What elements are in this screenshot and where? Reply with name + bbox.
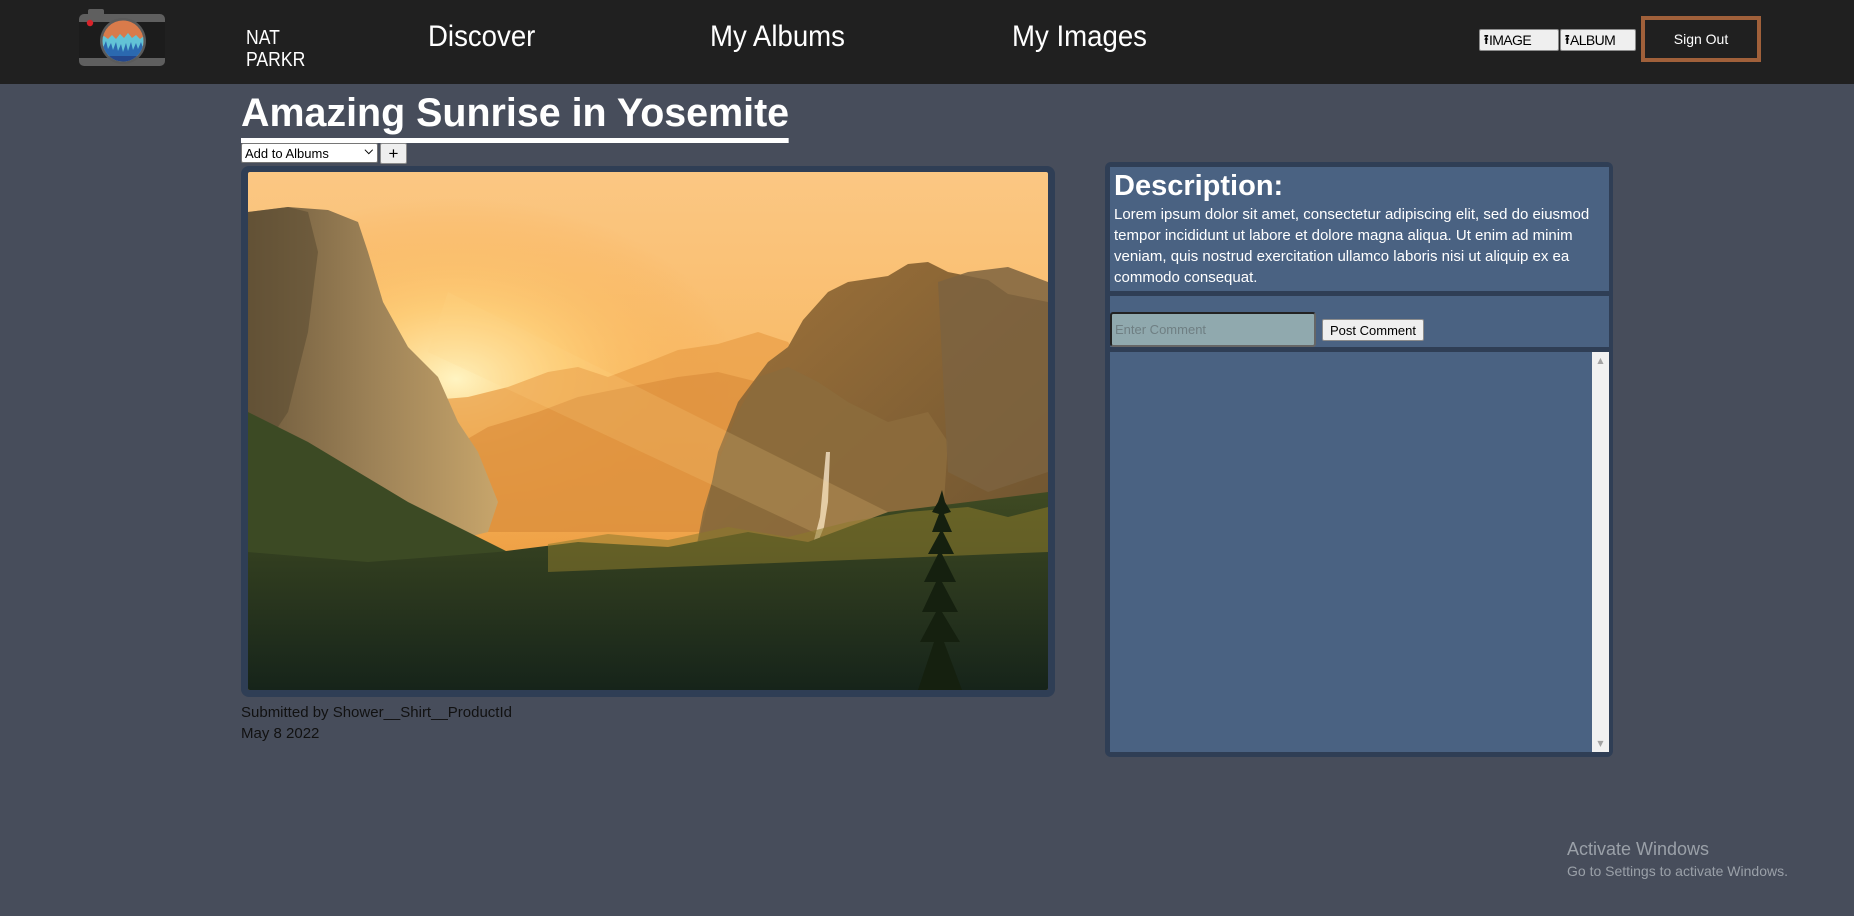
details-panel: Description: Lorem ipsum dolor sit amet,…: [1105, 162, 1613, 757]
upload-album-button[interactable]: ⭱ ALBUM: [1560, 29, 1636, 51]
brand-logo[interactable]: NAT PARKR: [78, 8, 305, 71]
nav-discover[interactable]: Discover: [428, 20, 535, 54]
activate-windows-subtitle: Go to Settings to activate Windows.: [1567, 863, 1788, 879]
activate-windows-watermark: Activate Windows Go to Settings to activ…: [1567, 838, 1788, 881]
comments-list: ▲ ▼: [1110, 352, 1609, 752]
comment-input[interactable]: [1110, 312, 1316, 347]
post-comment-button[interactable]: Post Comment: [1322, 319, 1424, 341]
upload-image-button[interactable]: ⭱ IMAGE: [1479, 29, 1559, 51]
nav-my-albums[interactable]: My Albums: [710, 20, 845, 54]
main-photo[interactable]: [248, 172, 1048, 690]
nav-my-images[interactable]: My Images: [1012, 20, 1147, 54]
image-title: Amazing Sunrise in Yosemite: [241, 88, 790, 143]
submitted-date: May 8 2022: [241, 725, 320, 742]
comments-scrollbar[interactable]: ▲ ▼: [1592, 352, 1609, 752]
description-text: Lorem ipsum dolor sit amet, consectetur …: [1114, 206, 1590, 286]
activate-windows-title: Activate Windows: [1567, 839, 1710, 859]
comment-form: Post Comment: [1110, 296, 1609, 347]
add-to-album-button[interactable]: +: [380, 143, 407, 164]
scroll-up-arrow-icon[interactable]: ▲: [1592, 352, 1609, 369]
album-select-value: Add to Albums: [245, 145, 329, 161]
photo-frame: [241, 166, 1055, 697]
image-meta: Submitted by Shower__Shirt__ProductId Ma…: [241, 702, 512, 744]
brand-name: NAT PARKR: [246, 27, 306, 71]
camera-logo-icon: [79, 9, 165, 66]
yosemite-photo: [248, 172, 1048, 690]
chevron-down-icon: ⌵: [364, 145, 373, 157]
scroll-down-arrow-icon[interactable]: ▼: [1592, 735, 1609, 752]
top-navbar: NAT PARKR Discover My Albums My Images ⭱…: [0, 0, 1854, 84]
description-heading: Description:: [1114, 170, 1284, 202]
upload-icon: ⭱: [1484, 32, 1489, 47]
add-to-albums-select[interactable]: Add to Albums ⌵: [241, 143, 378, 163]
description-section: Description: Lorem ipsum dolor sit amet,…: [1110, 167, 1609, 291]
upload-icon: ⭱: [1565, 32, 1570, 47]
submitted-by: Submitted by Shower__Shirt__ProductId: [241, 704, 512, 721]
sign-out-button[interactable]: Sign Out: [1641, 16, 1761, 62]
